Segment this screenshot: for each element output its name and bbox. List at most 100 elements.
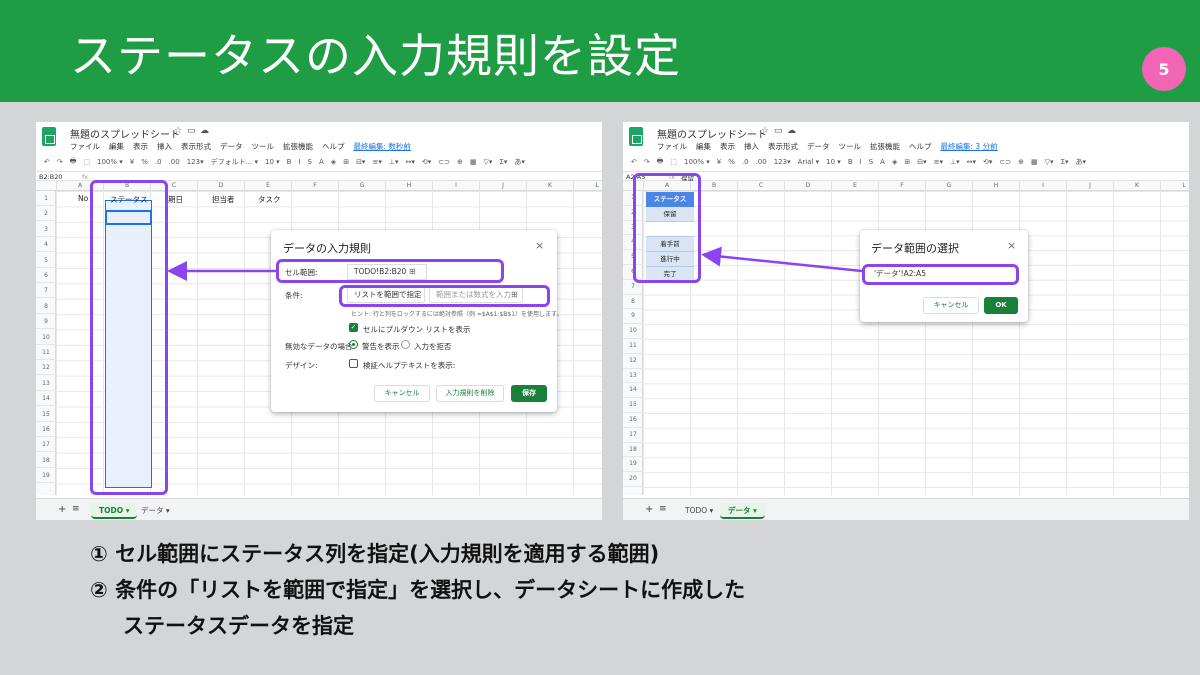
folder-icon[interactable]: ▭ xyxy=(774,126,783,136)
column-header[interactable]: A xyxy=(643,181,690,191)
toolbar-button[interactable]: ◈ xyxy=(331,158,336,166)
menu-item[interactable]: 拡張機能 xyxy=(283,141,313,152)
toolbar-button[interactable]: .00 xyxy=(756,158,767,166)
toolbar-button[interactable]: S xyxy=(869,158,873,166)
column-header[interactable]: D xyxy=(197,181,244,191)
column-header[interactable]: I xyxy=(432,181,479,191)
row-number[interactable]: 9 xyxy=(623,309,643,325)
row-number[interactable]: 10 xyxy=(623,324,643,339)
add-sheet-button[interactable]: + xyxy=(58,504,66,515)
close-icon[interactable]: × xyxy=(535,239,544,252)
data-cell[interactable]: 保留 xyxy=(646,207,694,222)
toolbar-button[interactable]: A xyxy=(319,158,324,166)
range-input[interactable]: 'データ'!A2:A5 xyxy=(868,267,996,283)
column-header[interactable]: F xyxy=(291,181,338,191)
toolbar-button[interactable]: 10 ▾ xyxy=(826,158,841,166)
remove-rule-button[interactable]: 入力規則を削除 xyxy=(436,385,504,402)
menu-item[interactable]: 表示形式 xyxy=(768,141,798,152)
toolbar-button[interactable]: ⊥▾ xyxy=(950,158,960,166)
column-header[interactable]: F xyxy=(878,181,925,191)
toolbar-button[interactable]: ▽▾ xyxy=(483,158,492,166)
column-header[interactable]: K xyxy=(526,181,573,191)
row-number[interactable]: 16 xyxy=(36,422,56,437)
row-number[interactable]: 19 xyxy=(623,457,643,473)
toolbar-button[interactable]: Σ▾ xyxy=(1061,158,1069,166)
menu-item[interactable]: 拡張機能 xyxy=(870,141,900,152)
row-number[interactable]: 1 xyxy=(623,191,643,206)
column-header[interactable]: J xyxy=(479,181,526,191)
row-number[interactable]: 12 xyxy=(623,354,643,369)
column-header[interactable]: E xyxy=(244,181,291,191)
toolbar-button[interactable]: ⊟▾ xyxy=(917,158,926,166)
cancel-button[interactable]: キャンセル xyxy=(374,385,430,402)
row-number[interactable]: 13 xyxy=(36,376,56,391)
menu-item[interactable]: ファイル xyxy=(70,141,100,152)
column-header[interactable]: H xyxy=(972,181,1019,191)
toolbar-button[interactable]: ↷ xyxy=(57,158,63,166)
column-header[interactable]: D xyxy=(784,181,831,191)
row-number[interactable]: 8 xyxy=(623,295,643,310)
document-title[interactable]: 無題のスプレッドシート xyxy=(657,126,767,141)
column-header[interactable]: A xyxy=(56,181,103,191)
last-edit-link[interactable]: 最終編集: 数秒前 xyxy=(354,141,411,152)
data-cell[interactable] xyxy=(646,222,694,237)
toolbar-button[interactable]: I xyxy=(298,158,300,166)
header-cell[interactable]: タスク xyxy=(258,194,281,205)
header-cell[interactable]: 期日 xyxy=(168,194,183,205)
column-header[interactable]: G xyxy=(338,181,385,191)
row-number[interactable]: 13 xyxy=(623,369,643,384)
row-number[interactable]: 11 xyxy=(623,339,643,354)
toolbar-button[interactable]: ⊕ xyxy=(457,158,463,166)
row-number[interactable]: 2 xyxy=(36,206,56,222)
column-header[interactable]: I xyxy=(1019,181,1066,191)
toolbar-button[interactable]: ¥ xyxy=(130,158,134,166)
toolbar-button[interactable]: I xyxy=(860,158,862,166)
toolbar-button[interactable]: ↶ xyxy=(44,158,50,166)
column-header[interactable]: L xyxy=(1160,181,1189,191)
column-header[interactable]: J xyxy=(1066,181,1113,191)
ok-button[interactable]: OK xyxy=(984,297,1018,314)
row-number[interactable]: 7 xyxy=(36,283,56,299)
header-cell[interactable]: ステータス xyxy=(110,194,148,205)
menu-item[interactable]: 挿入 xyxy=(744,141,759,152)
toolbar-button[interactable]: .0 xyxy=(155,158,162,166)
toolbar-button[interactable]: B xyxy=(287,158,292,166)
column-header[interactable]: L xyxy=(573,181,602,191)
row-number[interactable]: 1 xyxy=(36,191,56,206)
row-number[interactable]: 5 xyxy=(36,253,56,268)
data-cell[interactable]: 着手前 xyxy=(646,237,694,252)
row-number[interactable]: 4 xyxy=(623,235,643,251)
toolbar-button[interactable]: デフォルト... ▾ xyxy=(211,157,258,167)
toolbar-button[interactable]: ⟲▾ xyxy=(983,158,992,166)
tab-data[interactable]: データ ▾ xyxy=(720,503,765,519)
toolbar-button[interactable]: ⊞ xyxy=(343,158,349,166)
toolbar-button[interactable]: .0 xyxy=(742,158,749,166)
name-box[interactable]: B2:B20 xyxy=(39,173,63,181)
toolbar-button[interactable]: ▦ xyxy=(470,158,477,166)
row-number[interactable]: 15 xyxy=(36,407,56,422)
toolbar-button[interactable]: 123▾ xyxy=(774,158,791,166)
star-icon[interactable]: ☆ xyxy=(761,126,769,136)
column-header[interactable]: H xyxy=(385,181,432,191)
toolbar-button[interactable]: 123▾ xyxy=(187,158,204,166)
toolbar-button[interactable]: B xyxy=(848,158,853,166)
data-cell[interactable]: ステータス xyxy=(646,192,694,207)
toolbar-button[interactable]: .00 xyxy=(169,158,180,166)
tab-todo[interactable]: TODO ▾ xyxy=(91,503,138,519)
toolbar-button[interactable]: % xyxy=(728,158,735,166)
warn-radio[interactable] xyxy=(349,340,358,349)
menu-item[interactable]: データ xyxy=(807,141,830,152)
row-number[interactable]: 4 xyxy=(36,237,56,253)
grid-select-icon[interactable]: ⊞ xyxy=(409,267,416,276)
row-number[interactable]: 10 xyxy=(36,330,56,345)
column-header[interactable]: E xyxy=(831,181,878,191)
row-number[interactable]: 3 xyxy=(623,221,643,236)
toolbar-button[interactable]: ↔▾ xyxy=(405,158,414,166)
toolbar-button[interactable]: ↔▾ xyxy=(967,158,976,166)
spreadsheet-grid[interactable]: ABCDEFGHIJKL 1 2 3 4 5 6 7 8 9 10 11 12 13 14 15 16 17 18… xyxy=(623,181,1189,495)
row-number[interactable]: 15 xyxy=(623,398,643,413)
tab-data[interactable]: データ ▾ xyxy=(133,503,178,519)
last-edit-link[interactable]: 最終編集: 3 分前 xyxy=(941,141,998,152)
toolbar-button[interactable]: ⊂⊃ xyxy=(999,158,1011,166)
all-sheets-button[interactable]: ≡ xyxy=(72,504,80,514)
